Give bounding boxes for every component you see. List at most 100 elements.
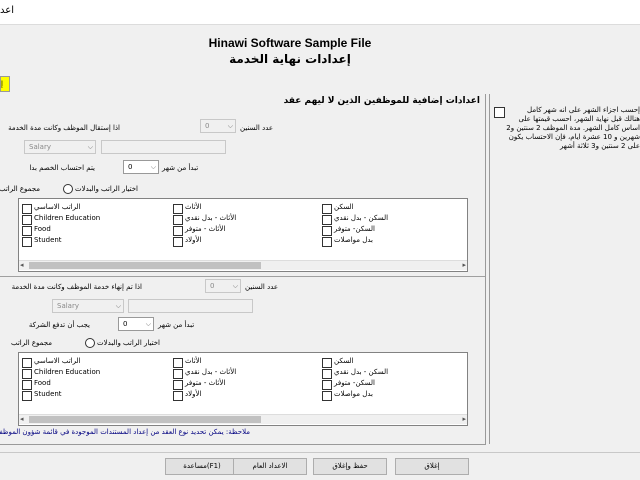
termination-months-value: 0	[123, 320, 128, 328]
list-item: Children Education	[34, 214, 101, 222]
item-checkbox[interactable]	[173, 358, 183, 368]
footer-divider	[0, 452, 640, 453]
termination-amount-input[interactable]	[128, 299, 253, 313]
item-checkbox[interactable]	[22, 391, 32, 401]
item-checkbox[interactable]	[322, 391, 332, 401]
resignation-salary-value: Salary	[29, 143, 51, 151]
chevron-down-icon: ⌵	[87, 143, 93, 151]
resignation-condition-label: اذا إستقال الموظف وكانت مدة الخدمة	[8, 124, 120, 132]
termination-months-label: تبدأ من شهر	[158, 321, 195, 329]
list-item: Food	[34, 225, 51, 233]
item-checkbox[interactable]	[22, 237, 32, 247]
full-month-label: إحسب اجزاء الشهر على انه شهر كامل	[527, 106, 640, 114]
scroll-right-icon[interactable]: ▸	[462, 415, 466, 423]
resignation-salary-sum-label: مجموع الراتب	[0, 185, 40, 193]
save-close-button[interactable]: حفظ وإغلاق	[313, 458, 387, 475]
termination-choose-radio[interactable]	[85, 338, 95, 348]
termination-months-combo[interactable]: 0 ⌵	[118, 317, 154, 331]
title-bar: اعد	[0, 0, 640, 25]
item-checkbox[interactable]	[173, 369, 183, 379]
company-title: Hinawi Software Sample File	[208, 36, 372, 50]
item-checkbox[interactable]	[173, 237, 183, 247]
chevron-down-icon: ⌵	[150, 163, 156, 171]
resignation-months-label: تبدأ من شهر	[162, 164, 199, 172]
item-checkbox[interactable]	[322, 237, 332, 247]
item-checkbox[interactable]	[322, 369, 332, 379]
resignation-salary-combo[interactable]: Salary ⌵	[24, 140, 96, 154]
item-checkbox[interactable]	[322, 358, 332, 368]
list-item: السكن	[334, 357, 354, 365]
list-item: السكن- متوفر	[334, 225, 375, 233]
list-item: الأثاث - بدل نقدي	[185, 214, 237, 222]
scroll-left-icon[interactable]: ◂	[20, 415, 24, 423]
chevron-down-icon: ⌵	[227, 122, 233, 130]
resignation-amount-input[interactable]	[101, 140, 226, 154]
item-checkbox[interactable]	[22, 358, 32, 368]
resignation-months-combo[interactable]: 0 ⌵	[123, 160, 159, 174]
item-checkbox[interactable]	[322, 204, 332, 214]
page-title: إعدادات نهاية الخدمة	[229, 52, 351, 66]
item-checkbox[interactable]	[322, 215, 332, 225]
item-checkbox[interactable]	[173, 204, 183, 214]
full-month-description: إحسب اجزاء الشهر على انه شهر كامل هنالك …	[505, 106, 640, 151]
item-checkbox[interactable]	[322, 380, 332, 390]
resignation-choose-label: اختيار الراتب والبدلات	[75, 185, 138, 193]
close-button[interactable]: إغلاق	[395, 458, 469, 475]
resignation-years-value: 0	[205, 122, 210, 130]
scrollbar-thumb[interactable]	[29, 262, 261, 269]
help-button[interactable]: مساعدة(F1)	[165, 458, 239, 475]
list-item: الأثاث - بدل نقدي	[185, 368, 237, 376]
resignation-choose-radio[interactable]	[63, 184, 73, 194]
termination-years-value: 0	[210, 282, 215, 290]
list-item: السكن - بدل نقدي	[334, 214, 389, 222]
list-item: بدل مواصلات	[334, 390, 373, 398]
termination-years-combo[interactable]: 0 ⌵	[205, 279, 241, 293]
list-item: الراتب الاساسي	[34, 357, 81, 365]
list-item: Student	[34, 390, 62, 398]
scrollbar-thumb[interactable]	[29, 416, 261, 423]
list-item: Student	[34, 236, 62, 244]
list-item: Food	[34, 379, 51, 387]
item-checkbox[interactable]	[22, 204, 32, 214]
chevron-down-icon: ⌵	[115, 302, 121, 310]
general-settings-button[interactable]: الاعداد العام	[233, 458, 307, 475]
item-checkbox[interactable]	[173, 380, 183, 390]
item-checkbox[interactable]	[22, 369, 32, 379]
termination-salary-value: Salary	[57, 302, 79, 310]
full-month-checkbox[interactable]	[494, 107, 505, 118]
item-checkbox[interactable]	[22, 226, 32, 236]
status-badge: إ	[0, 76, 10, 92]
item-checkbox[interactable]	[22, 215, 32, 225]
resignation-years-label: عدد السنين	[240, 124, 274, 132]
scroll-left-icon[interactable]: ◂	[20, 261, 24, 269]
window-title: اعد	[0, 5, 14, 16]
full-month-explanation: هنالك قبل نهاية الشهر، احسب قيمتها على ا…	[506, 115, 640, 150]
termination-choose-label: اختيار الراتب والبدلات	[97, 339, 160, 347]
section-title: اعدادات إضافية للموظفين الذين لا ليهم عق…	[283, 96, 480, 106]
item-checkbox[interactable]	[173, 215, 183, 225]
termination-salary-combo[interactable]: Salary ⌵	[52, 299, 124, 313]
section-divider	[0, 276, 485, 277]
resignation-months-value: 0	[128, 163, 133, 171]
item-checkbox[interactable]	[322, 226, 332, 236]
termination-salary-sum-label: مجموع الراتب	[10, 339, 52, 347]
resignation-years-combo[interactable]: 0 ⌵	[200, 119, 236, 133]
scroll-right-icon[interactable]: ▸	[462, 261, 466, 269]
termination-list-scrollbar[interactable]: ◂ ▸	[19, 414, 467, 424]
item-checkbox[interactable]	[173, 391, 183, 401]
termination-pay-label: يجب أن تدفع الشركة	[28, 321, 90, 329]
chevron-down-icon: ⌵	[145, 320, 151, 328]
item-checkbox[interactable]	[173, 226, 183, 236]
list-item: السكن- متوفر	[334, 379, 375, 387]
termination-condition-label: اذا تم إنهاء خدمة الموظف وكانت مدة الخدم…	[11, 283, 142, 291]
resignation-deduct-label: يتم احتساب الخصم بدا	[29, 164, 95, 172]
item-checkbox[interactable]	[22, 380, 32, 390]
resignation-list-scrollbar[interactable]: ◂ ▸	[19, 260, 467, 270]
list-item: الراتب الاساسي	[34, 203, 81, 211]
list-item: الأولاد	[185, 236, 202, 244]
list-item: الأثاث - متوفر	[185, 225, 226, 233]
list-item: Children Education	[34, 368, 101, 376]
list-item: الأثاث - متوفر	[185, 379, 226, 387]
list-item: الأولاد	[185, 390, 202, 398]
contract-note: ملاحظة: يمكن تحديد نوع العقد من إعداد ال…	[0, 428, 250, 436]
